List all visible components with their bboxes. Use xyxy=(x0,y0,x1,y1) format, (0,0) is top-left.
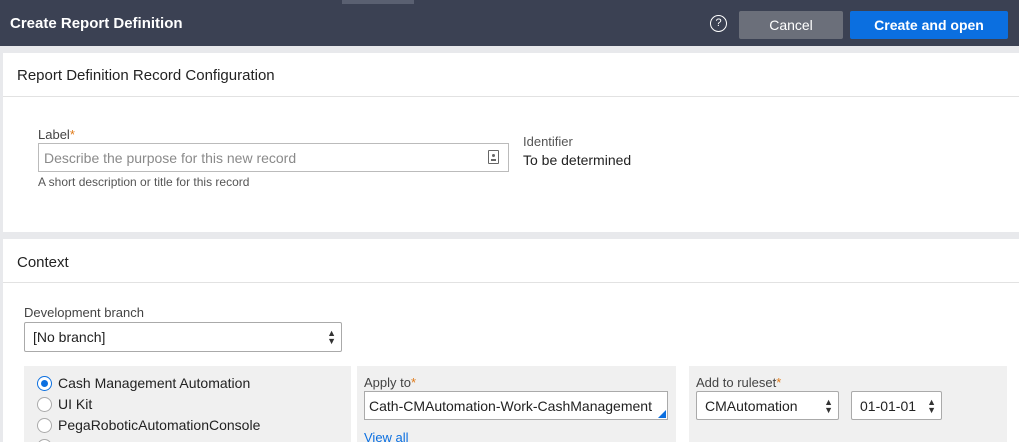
radio-unselected-icon[interactable] xyxy=(37,438,52,442)
identifier-label: Identifier xyxy=(523,134,573,149)
ruleset-version-value: 01-01-01 xyxy=(860,398,917,414)
select-arrows-icon: ▲ ▼ xyxy=(824,397,833,415)
label-help-text: A short description or title for this re… xyxy=(38,175,250,189)
select-arrows-icon: ▲ ▼ xyxy=(327,328,336,346)
modal-title: Create Report Definition xyxy=(10,15,183,32)
record-configuration-panel: Report Definition Record Configuration L… xyxy=(3,53,1019,232)
section-divider xyxy=(3,282,1019,283)
label-field-label-text: Label xyxy=(38,127,70,142)
radio-unselected-icon[interactable] xyxy=(37,396,52,412)
label-input-wrapper xyxy=(38,143,509,172)
required-marker: * xyxy=(410,375,417,390)
cancel-button[interactable]: Cancel xyxy=(739,11,843,39)
context-title: Context xyxy=(17,254,69,271)
application-option-cash-management[interactable]: Cash Management Automation xyxy=(37,373,250,393)
apply-to-input[interactable]: Cath-CMAutomation-Work-CashManagement xyxy=(364,391,668,420)
application-option-robotic-console[interactable]: PegaRoboticAutomationConsole xyxy=(37,415,260,435)
clipboard-icon[interactable] xyxy=(488,150,499,164)
select-arrows-icon: ▲ ▼ xyxy=(927,397,936,415)
application-option-label: UI Kit xyxy=(58,396,93,412)
help-icon[interactable]: ? xyxy=(710,15,727,32)
apply-to-section: Apply to* Cath-CMAutomation-Work-CashMan… xyxy=(357,366,676,442)
application-option-ui-kit[interactable]: UI Kit xyxy=(37,394,92,414)
required-marker: * xyxy=(69,127,75,142)
apply-to-value: Cath-CMAutomation-Work-CashManagement xyxy=(369,398,652,414)
label-field-label: Label* xyxy=(38,127,75,142)
label-input[interactable] xyxy=(39,144,479,171)
apply-to-label-text: Apply to xyxy=(364,375,411,390)
ruleset-section: Add to ruleset* CMAutomation ▲ ▼ 01-01-01… xyxy=(689,366,1007,442)
header-tab-strip xyxy=(342,0,414,4)
modal-header: Create Report Definition ? Cancel Create… xyxy=(0,0,1019,46)
apply-to-label: Apply to* xyxy=(364,375,416,390)
application-option-label: Cash Management Automation xyxy=(58,375,251,391)
application-list: Cash Management Automation UI Kit PegaRo… xyxy=(24,366,351,442)
context-panel: Context Development branch [No branch] ▲… xyxy=(3,239,1019,442)
development-branch-value: [No branch] xyxy=(33,329,106,345)
development-branch-select[interactable]: [No branch] ▲ ▼ xyxy=(24,322,342,352)
radio-unselected-icon[interactable] xyxy=(37,417,52,433)
ruleset-version-select[interactable]: 01-01-01 ▲ ▼ xyxy=(851,391,942,420)
application-option-label: PegaRoboticAutomationConsole xyxy=(58,417,261,433)
ruleset-label: Add to ruleset* xyxy=(696,375,781,390)
application-option-partial xyxy=(37,436,58,442)
view-all-link[interactable]: View all xyxy=(364,430,409,442)
required-marker: * xyxy=(776,375,782,390)
autocomplete-corner-icon xyxy=(658,410,666,418)
ruleset-label-text: Add to ruleset xyxy=(696,375,777,390)
radio-selected-icon[interactable] xyxy=(37,375,52,391)
identifier-value: To be determined xyxy=(523,152,632,168)
record-configuration-title: Report Definition Record Configuration xyxy=(17,67,275,84)
section-divider xyxy=(3,96,1019,97)
ruleset-select[interactable]: CMAutomation ▲ ▼ xyxy=(696,391,839,420)
ruleset-value: CMAutomation xyxy=(705,398,798,414)
development-branch-label: Development branch xyxy=(24,305,144,320)
create-and-open-button[interactable]: Create and open xyxy=(850,11,1008,39)
